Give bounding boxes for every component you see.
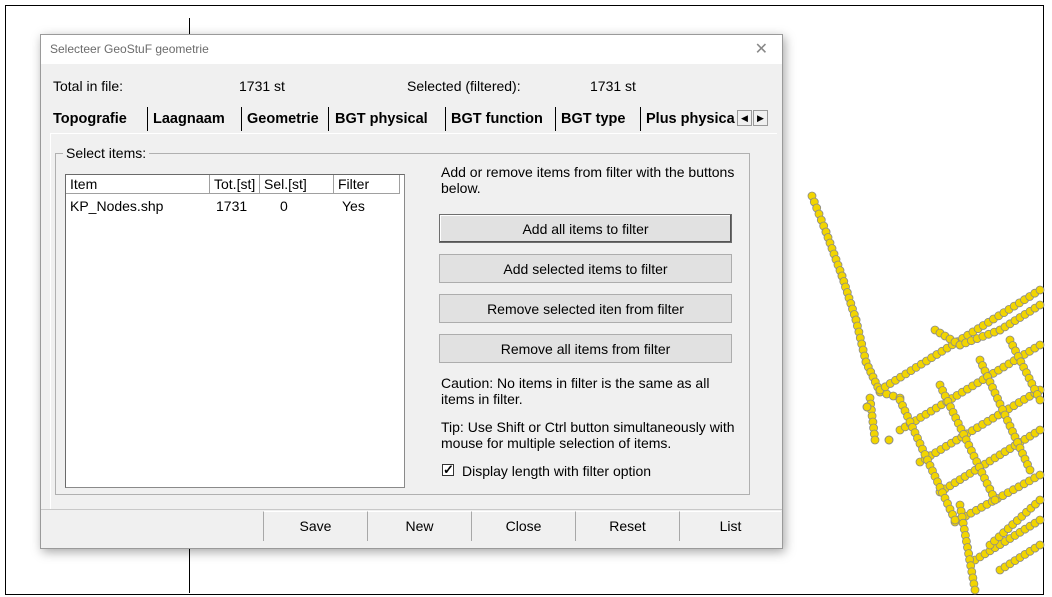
help-intro: Add or remove items from filter with the… (441, 164, 735, 196)
save-button[interactable]: Save (263, 511, 367, 541)
selected-value: 1731 st (590, 78, 636, 94)
remove-all-button[interactable]: Remove all items from filter (439, 334, 732, 363)
close-button[interactable]: Close (471, 511, 575, 541)
tab-geometrie[interactable]: Geometrie (247, 107, 329, 131)
map-point (1035, 470, 1045, 480)
map-point (1035, 300, 1045, 310)
select-geometry-dialog: Selecteer GeoStuF geometrie ✕ Total in f… (40, 34, 783, 549)
dialog-title: Selecteer GeoStuF geometrie (50, 42, 209, 56)
title-bar[interactable]: Selecteer GeoStuF geometrie ✕ (41, 35, 782, 64)
items-list[interactable]: Item Tot.[st] Sel.[st] Filter KP_Nodes.s… (65, 174, 405, 488)
column-filter[interactable]: Filter (334, 175, 400, 194)
select-items-legend: Select items: (63, 145, 150, 161)
map-point (1025, 465, 1035, 475)
tab-scroll-left-icon[interactable]: ◀ (737, 110, 752, 126)
map-point (862, 402, 872, 412)
map-point (970, 585, 980, 595)
map-point (1035, 515, 1045, 525)
selected-label: Selected (filtered): (407, 78, 521, 94)
list-button[interactable]: List (679, 511, 781, 541)
item-selected: 0 (280, 198, 288, 214)
column-total[interactable]: Tot.[st] (210, 175, 260, 194)
tab-topografie[interactable]: Topografie (53, 107, 148, 131)
map-point (884, 435, 894, 445)
tab-strip: Topografie Laagnaam Geometrie BGT physic… (47, 107, 782, 133)
tab-bgt-function[interactable]: BGT function (451, 107, 556, 131)
column-item[interactable]: Item (66, 175, 210, 194)
remove-selected-button[interactable]: Remove selected iten from filter (439, 294, 732, 323)
tab-scroll-right-icon[interactable]: ▶ (753, 110, 768, 126)
caution-text: Caution: No items in filter is the same … (441, 375, 710, 407)
column-selected[interactable]: Sel.[st] (260, 175, 334, 194)
tab-plus-physical[interactable]: Plus physica (646, 107, 738, 131)
total-value: 1731 st (239, 78, 285, 94)
check-icon: ✓ (443, 462, 454, 477)
map-point (1035, 395, 1045, 405)
map-point (1035, 495, 1045, 505)
tab-bgt-physical[interactable]: BGT physical (335, 107, 446, 131)
display-length-label: Display length with filter option (462, 463, 652, 479)
reset-button[interactable]: Reset (575, 511, 679, 541)
display-length-checkbox[interactable]: ✓ (442, 462, 454, 477)
footer-divider (41, 509, 782, 510)
map-point (1035, 340, 1045, 350)
item-filter: Yes (342, 198, 365, 214)
tab-bgt-type[interactable]: BGT type (561, 107, 641, 131)
add-all-button[interactable]: Add all items to filter (439, 214, 732, 243)
map-point (1035, 285, 1045, 295)
close-icon[interactable]: ✕ (755, 39, 768, 59)
tab-laagnaam[interactable]: Laagnaam (153, 107, 242, 131)
item-total: 1731 (216, 198, 248, 214)
add-selected-button[interactable]: Add selected items to filter (439, 254, 732, 283)
map-point (870, 435, 880, 445)
list-header: Item Tot.[st] Sel.[st] Filter (66, 175, 404, 195)
map-point (1035, 425, 1045, 435)
new-button[interactable]: New (367, 511, 471, 541)
total-label: Total in file: (53, 78, 124, 94)
map-point (1035, 540, 1045, 550)
item-name: KP_Nodes.shp (70, 198, 164, 214)
map-point (990, 495, 1000, 505)
list-item[interactable]: KP_Nodes.shp 1731 0 Yes (66, 197, 404, 215)
tip-text: Tip: Use Shift or Ctrl button simultaneo… (441, 419, 735, 451)
